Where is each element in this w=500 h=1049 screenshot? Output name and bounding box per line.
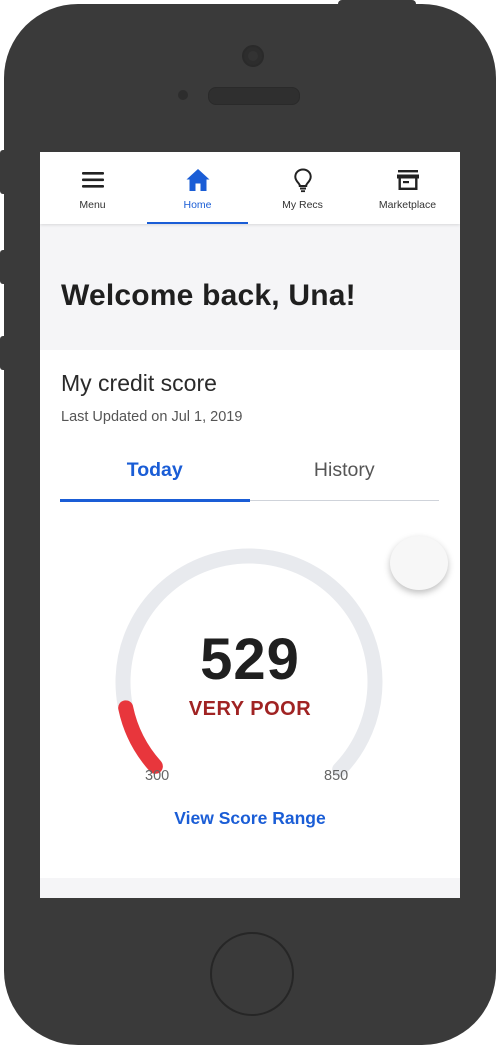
nav-active-indicator [147, 222, 248, 224]
home-button [210, 932, 294, 1016]
hamburger-icon [81, 172, 104, 188]
section-divider [40, 878, 460, 898]
nav-menu-label: Menu [79, 199, 106, 211]
nav-my-recs[interactable]: My Recs [250, 152, 355, 224]
score-range-max: 850 [324, 768, 349, 784]
nav-marketplace-label: Marketplace [378, 199, 437, 211]
home-icon [186, 169, 209, 191]
score-range-min: 300 [145, 768, 170, 784]
earpiece-speaker [208, 87, 300, 105]
nav-menu[interactable]: Menu [40, 152, 145, 224]
nav-my-recs-label: My Recs [282, 199, 323, 211]
nav-home-label: Home [183, 199, 212, 211]
app-screen: Menu Home My Recs Marketplace Welcome ba… [40, 152, 460, 898]
nav-home[interactable]: Home [145, 152, 250, 224]
welcome-banner: Welcome back, Una! [40, 224, 460, 350]
welcome-title: Welcome back, Una! [61, 279, 356, 312]
score-gauge [115, 548, 383, 778]
proximity-sensor [178, 90, 188, 100]
storefront-icon [396, 170, 419, 190]
credit-score-value: 529 [200, 627, 300, 692]
lightbulb-icon [293, 168, 312, 193]
nav-marketplace[interactable]: Marketplace [355, 152, 460, 224]
floating-action-button[interactable] [390, 536, 448, 590]
credit-score-rating: VERY POOR [188, 698, 312, 720]
view-score-range-link[interactable]: View Score Range [40, 808, 460, 829]
top-navigation: Menu Home My Recs Marketplace [40, 152, 460, 224]
credit-score-card: My credit score Last Updated on Jul 1, 2… [40, 350, 460, 878]
front-camera [242, 45, 264, 67]
